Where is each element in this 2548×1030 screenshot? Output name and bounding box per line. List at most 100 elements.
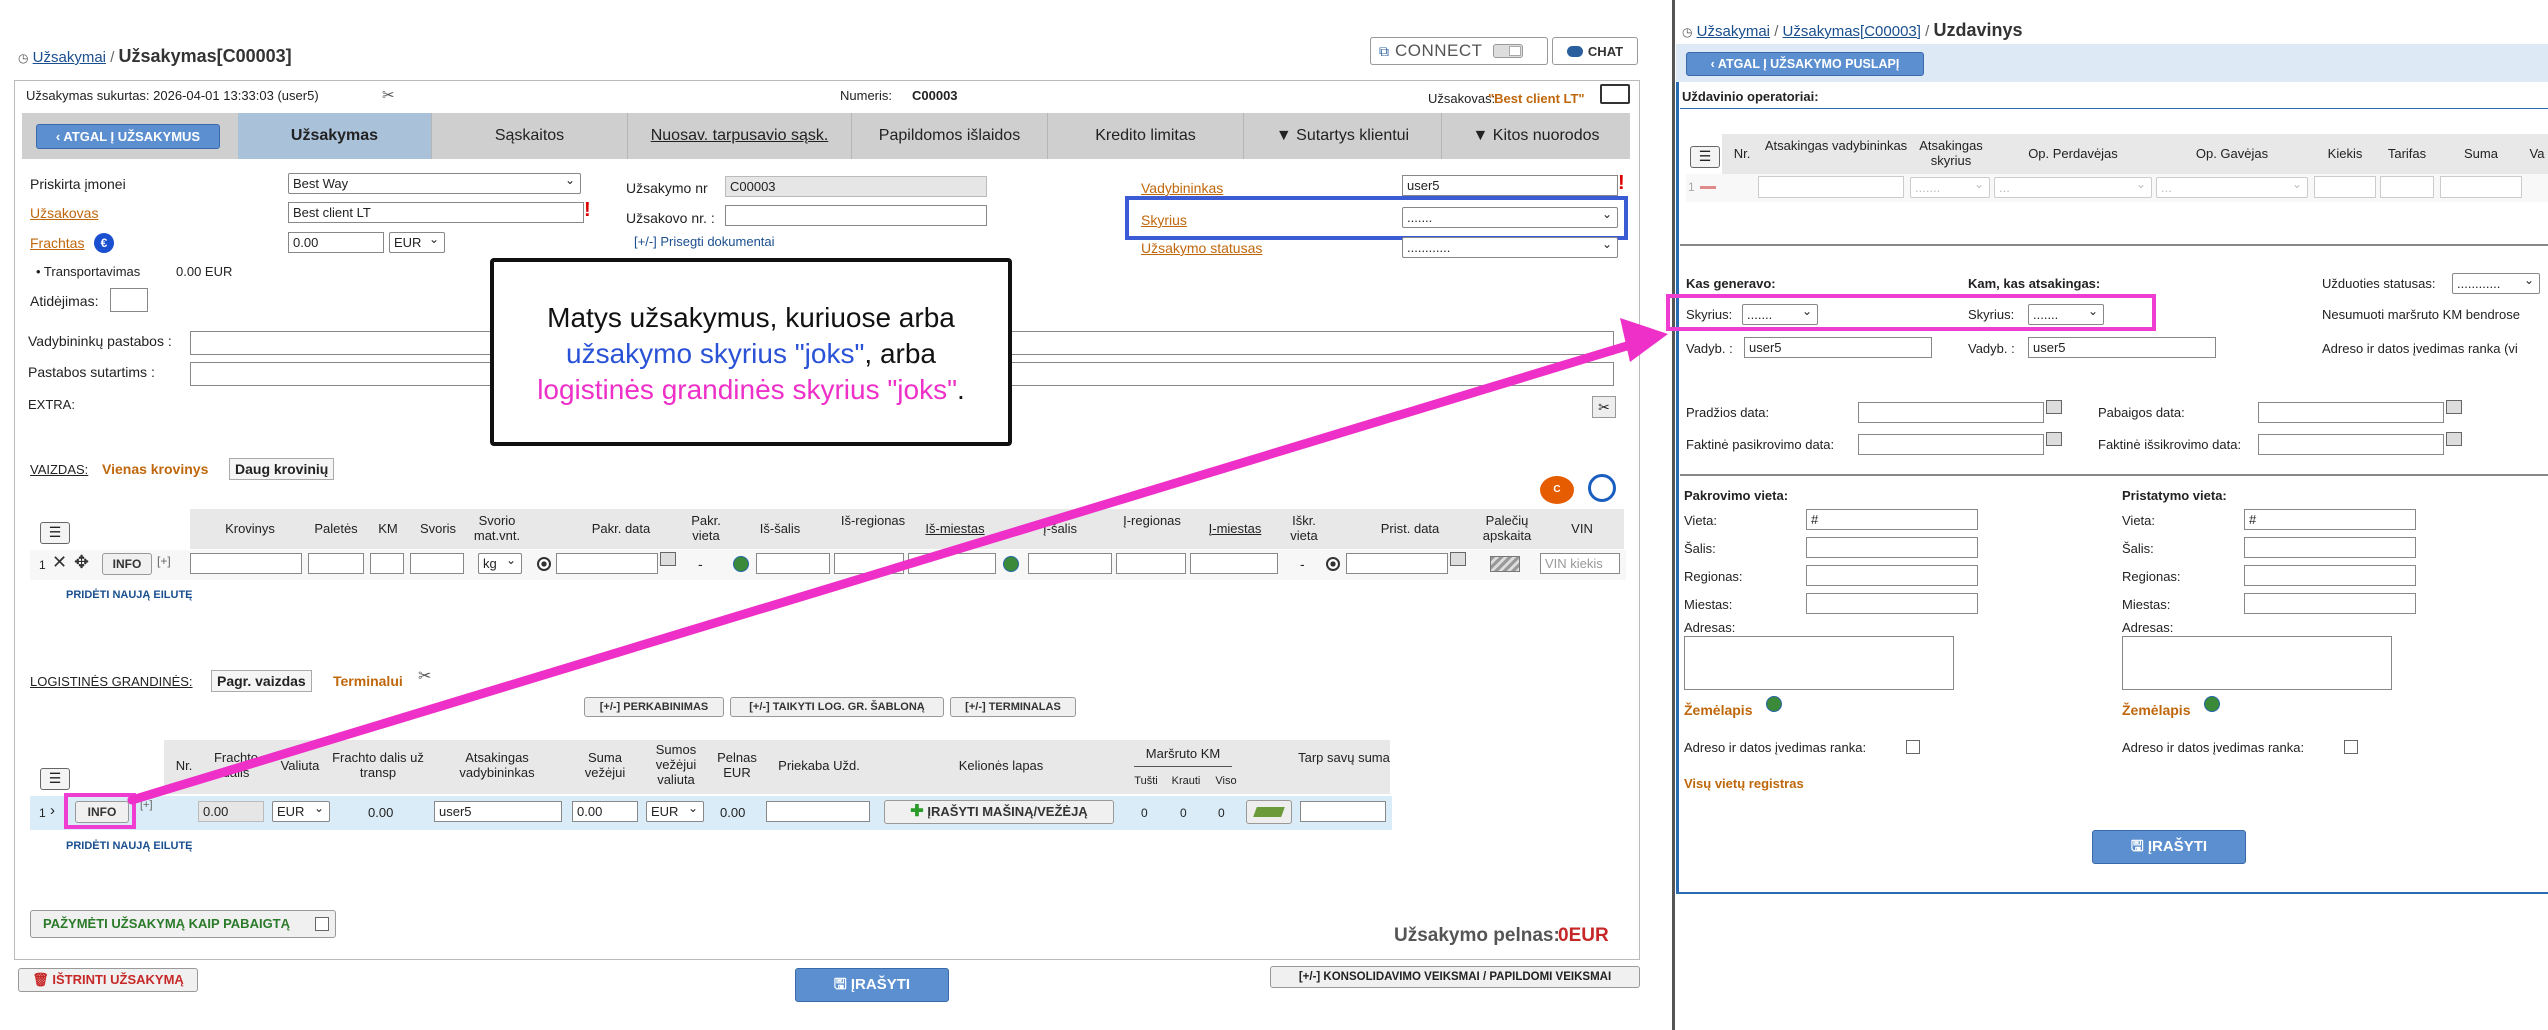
loading-map-link[interactable]: Žemėlapis [1684,702,1752,718]
from-country-globe-icon[interactable] [733,556,749,572]
operators-sum-input[interactable] [2440,176,2522,198]
move-row-icon[interactable]: ✥ [74,552,89,573]
trailer-task-input[interactable] [766,801,870,822]
carrier-currency-select[interactable]: EUR [646,800,704,822]
logistics-tools-icon[interactable]: ✂ [418,666,431,686]
load-date-input[interactable] [556,553,658,574]
to-country-globe-icon[interactable] [1003,556,1019,572]
mark-complete-checkbox[interactable] [315,917,329,931]
carrier-sum-input[interactable]: 0.00 [572,801,638,822]
to-country-input[interactable] [1028,553,1112,574]
extra-tools-icon[interactable]: ✂ [1592,396,1616,418]
generated-manager-input[interactable]: user5 [1744,337,1932,358]
km-input[interactable] [370,553,404,574]
euro-icon[interactable]: € [94,233,114,253]
actual-unload-date-calendar-icon[interactable] [2446,432,2462,446]
book-icon[interactable] [1600,84,1630,104]
delivery-date-input[interactable] [1346,553,1448,574]
operators-sender-select[interactable]: ... [1994,176,2152,198]
department-select[interactable]: ....... [1402,206,1618,228]
cargo-table-menu-button[interactable]: ☰ [40,522,70,544]
tab-client-contracts[interactable]: ▼ Sutartys klientui [1244,113,1442,159]
loading-city-input[interactable] [1806,593,1978,614]
connect-toggle-switch[interactable] [1492,44,1523,58]
cargo-input[interactable] [190,553,302,574]
operators-department-select[interactable]: ....... [1910,176,1990,198]
operators-manager-input[interactable] [1758,176,1904,198]
task-status-select[interactable]: ............ [2452,272,2540,294]
start-date-calendar-icon[interactable] [2046,400,2062,414]
logistics-row-plus[interactable]: [+] [140,799,153,811]
end-date-calendar-icon[interactable] [2446,400,2462,414]
delivery-manual-checkbox[interactable] [2344,740,2358,754]
operators-receiver-select[interactable]: ... [2156,176,2308,198]
logistics-table-menu-button[interactable]: ☰ [40,768,70,790]
weight-unit-select[interactable]: kg [478,552,522,574]
all-places-registry-link[interactable]: Visų vietų registras [1684,776,1804,791]
delivery-place-input[interactable]: # [2244,509,2416,530]
from-city-input[interactable] [908,553,996,574]
truck-icon[interactable] [1246,800,1292,824]
responsible-manager-input[interactable]: user5 [434,801,562,822]
delete-row-icon[interactable]: ✕ [52,552,67,573]
delivery-region-input[interactable] [2244,565,2416,586]
loading-place-input[interactable]: # [1806,509,1978,530]
manager-input[interactable]: user5 [1402,175,1618,196]
mark-complete-button[interactable]: PAŽYMĖTI UŽSAKYMĄ KAIP PABAIGTĄ [30,910,336,938]
delete-order-button[interactable]: 🗑 IŠTRINTI UŽSAKYMĄ [18,968,198,992]
assigned-company-select[interactable]: Best Way [288,172,581,194]
to-city-input[interactable] [1190,553,1278,574]
pallet-accounting-icon[interactable] [1490,556,1520,572]
add-cargo-row-link[interactable]: PRIDĖTI NAUJĄ EILUTĘ [66,589,193,601]
assign-vehicle-button[interactable]: ✚ ĮRAŠYTI MAŠINĄ/VEŽĖJĄ [884,800,1114,824]
freight-input[interactable]: 0.00 [288,232,384,253]
from-country-input[interactable] [756,553,830,574]
delivery-country-input[interactable] [2244,537,2416,558]
tools-icon[interactable]: ✂ [382,86,395,104]
consolidation-actions-button[interactable]: [+/-] KONSOLIDAVIMO VEIKSMAI / PAPILDOMI… [1270,966,1640,988]
tab-other-links[interactable]: ▼ Kitos nuorodos [1442,113,1630,159]
attached-documents-link[interactable]: [+/-] Prisegti dokumentai [634,234,775,249]
save-task-button[interactable]: 🖫 ĮRAŠYTI [2092,830,2246,864]
customer-order-number-input[interactable] [725,205,987,226]
tab-invoices[interactable]: Sąskaitos [432,113,628,159]
weight-input[interactable] [410,553,464,574]
reloading-button[interactable]: [+/-] PERKABINIMAS [584,697,724,717]
delivery-map-globe-icon[interactable] [2204,696,2220,712]
pallets-input[interactable] [308,553,364,574]
generated-department-select[interactable]: ....... [1742,303,1818,325]
add-logistics-row-link[interactable]: PRIDĖTI NAUJĄ EILUTĘ [66,840,193,852]
internal-sum-input[interactable] [1300,801,1386,822]
cargo-expand-button[interactable]: [+] [157,554,171,568]
actual-unload-date-input[interactable] [2258,434,2444,455]
terminal-button[interactable]: [+/-] TERMINALAS [950,697,1076,717]
responsible-manager-input-right[interactable]: user5 [2028,337,2216,358]
right-breadcrumb-orders-link[interactable]: Užsakymai [1697,23,1770,40]
start-date-input[interactable] [1858,402,2044,423]
delay-input[interactable] [110,288,148,312]
delivery-date-calendar-icon[interactable] [1450,552,1466,566]
delivery-date-radio[interactable] [1326,557,1340,571]
freight-currency-select[interactable]: EUR [389,231,445,253]
tab-additional-costs[interactable]: Papildomos išlaidos [852,113,1048,159]
delivery-city-input[interactable] [2244,593,2416,614]
chat-button[interactable]: CHAT [1552,37,1638,65]
loading-region-input[interactable] [1806,565,1978,586]
back-to-orders-button[interactable]: ‹ ATGAL Į UŽSAKYMUS [36,124,220,149]
right-breadcrumb-order-link[interactable]: Užsakymas[C00003] [1783,23,1921,40]
customer-input[interactable]: Best client LT [288,202,584,223]
connect-control[interactable]: ⧉ CONNECT [1371,38,1547,64]
end-date-input[interactable] [2258,402,2444,423]
vin-input[interactable]: VIN kiekis [1540,553,1620,574]
operators-rate-input[interactable] [2380,176,2434,198]
tab-order[interactable]: Užsakymas [238,113,432,159]
operators-table-menu-button[interactable]: ☰ [1690,146,1720,168]
main-view-button[interactable]: Pagr. vaizdas [211,670,312,692]
responsible-department-select[interactable]: ....... [2028,303,2104,325]
apply-template-button[interactable]: [+/-] TAIKYTI LOG. GR. ŠABLONĄ [730,697,944,717]
tab-internal-invoices[interactable]: Nuosav. tarpusavio sąsk. [628,113,852,159]
logistics-row-expand-icon[interactable]: › [50,802,55,819]
load-date-calendar-icon[interactable] [660,552,676,566]
tab-credit-limit[interactable]: Kredito limitas [1048,113,1244,159]
terminal-view-link[interactable]: Terminalui [333,673,403,689]
